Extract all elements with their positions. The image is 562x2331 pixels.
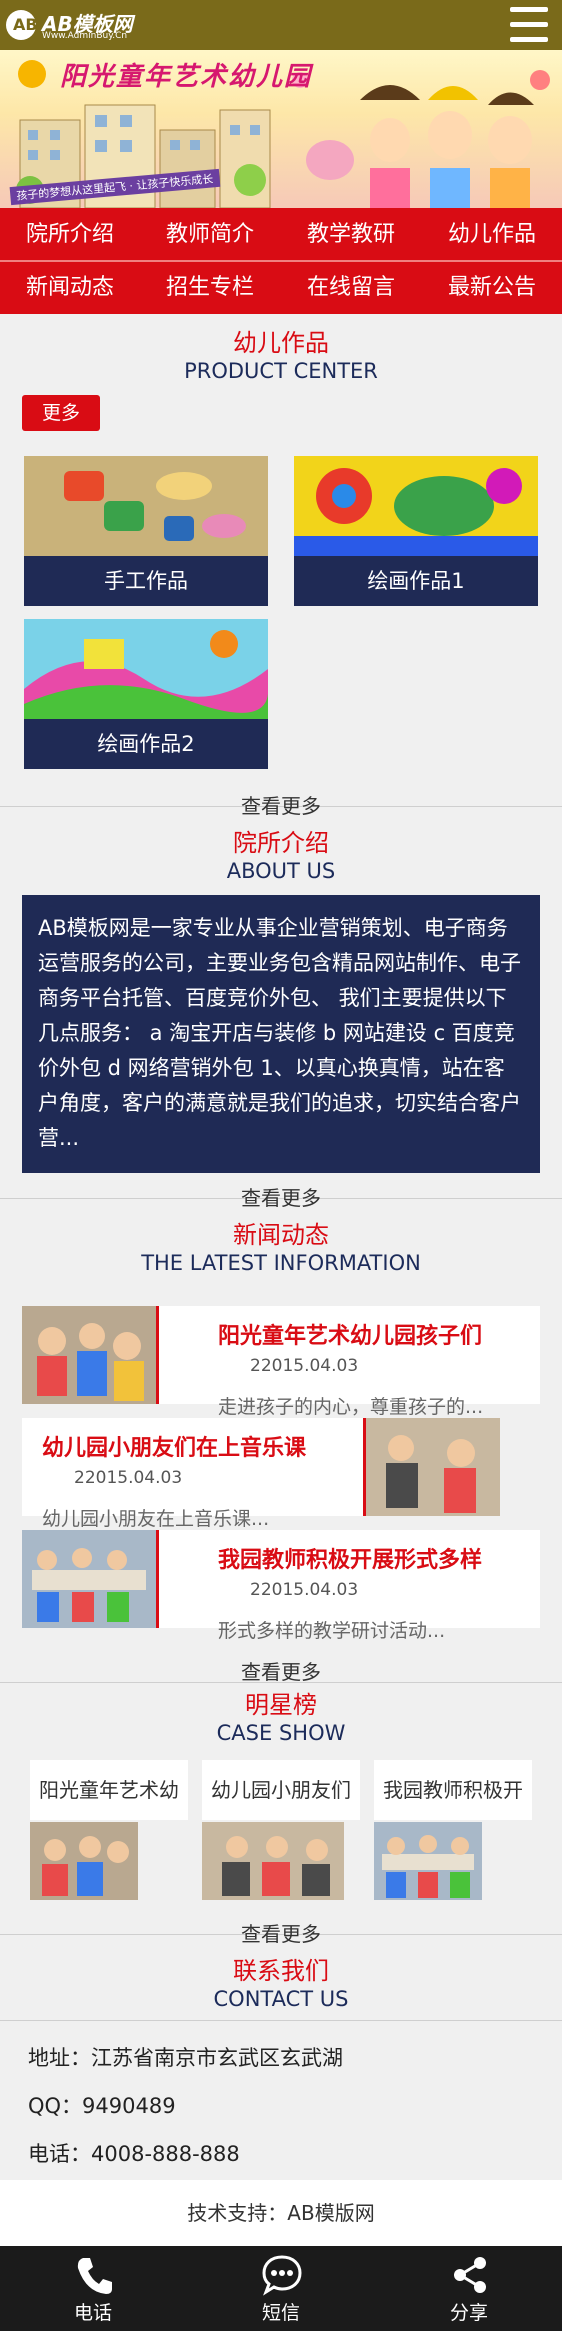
product-image-painting-1	[294, 456, 538, 556]
call-label: 电话	[73, 2302, 112, 2324]
bottom-action-bar: 电话 短信 分享	[0, 2246, 562, 2331]
share-icon	[454, 2257, 486, 2293]
news-item[interactable]: 阳光童年艺术幼儿园孩子们 22015.04.03 走进孩子的内心，尊重孩子的..…	[22, 1306, 540, 1418]
contact-phone[interactable]: 电话：4008-888-888	[28, 2138, 240, 2168]
products-more-button[interactable]: 更多	[22, 395, 100, 431]
contact-heading: 联系我们 CONTACT US	[0, 1956, 562, 2012]
product-image-handicraft	[24, 456, 268, 556]
product-card[interactable]: 绘画作品2	[24, 619, 268, 769]
news-date: 22015.04.03	[74, 1468, 183, 1488]
product-caption: 绘画作品2	[24, 719, 268, 769]
main-nav: 院所介绍 教师简介 教学教研 幼儿作品 新闻动态 招生专栏 在线留言 最新公告	[0, 208, 562, 314]
news-title[interactable]: 我园教师积极开展形式多样	[218, 1542, 482, 1574]
contact-address: 地址：江苏省南京市玄武区玄武湖	[28, 2046, 343, 2070]
news-item[interactable]: 我园教师积极开展形式多样 22015.04.03 形式多样的教学研讨活动...	[22, 1530, 540, 1642]
section-divider	[0, 2020, 562, 2021]
nav-item-works[interactable]: 幼儿作品	[422, 208, 562, 261]
news-date: 22015.04.03	[250, 1356, 359, 1376]
about-heading: 院所介绍 ABOUT US	[0, 828, 562, 884]
news-thumbnail	[22, 1306, 156, 1404]
case-image	[374, 1822, 482, 1900]
nav-item-teachers[interactable]: 教师简介	[140, 208, 280, 261]
top-header: AB AB模板网 Www.AdminBuy.Cn	[0, 0, 562, 50]
case-card[interactable]: 阳光童年艺术幼	[30, 1760, 188, 1910]
news-thumbnail	[366, 1418, 500, 1516]
phone-icon	[77, 2258, 112, 2294]
product-image-painting-2	[24, 619, 268, 719]
about-text: AB模板网是一家专业从事企业营销策划、电子商务运营服务的公司，主要业务包含精品网…	[22, 895, 540, 1173]
nav-item-enrollment[interactable]: 招生专栏	[140, 261, 280, 314]
news-title[interactable]: 阳光童年艺术幼儿园孩子们	[218, 1318, 482, 1350]
products-title-en: PRODUCT CENTER	[184, 359, 378, 383]
case-title: 阳光童年艺术幼	[30, 1760, 188, 1820]
about-see-more[interactable]: 查看更多	[0, 1182, 562, 1211]
hamburger-icon[interactable]	[510, 7, 548, 43]
case-image	[202, 1822, 344, 1900]
news-title[interactable]: 幼儿园小朋友们在上音乐课	[42, 1430, 306, 1462]
contact-qq[interactable]: QQ：9490489	[28, 2090, 176, 2120]
news-see-more[interactable]: 查看更多	[0, 1656, 562, 1685]
case-title: 我园教师积极开	[374, 1760, 532, 1820]
nav-item-about[interactable]: 院所介绍	[0, 208, 140, 261]
cases-see-more[interactable]: 查看更多	[0, 1918, 562, 1947]
sms-icon	[262, 2255, 302, 2296]
products-see-more[interactable]: 查看更多	[0, 790, 562, 819]
case-title: 幼儿园小朋友们	[202, 1760, 360, 1820]
nav-item-news[interactable]: 新闻动态	[0, 261, 140, 314]
nav-item-teaching[interactable]: 教学教研	[281, 208, 421, 261]
news-desc: 幼儿园小朋友在上音乐课...	[42, 1508, 270, 1530]
products-heading: 幼儿作品 PRODUCT CENTER	[0, 328, 562, 384]
cases-title-en: CASE SHOW	[216, 1721, 346, 1745]
contact-title-cn: 联系我们	[233, 1957, 329, 1985]
banner-title: 阳光童年艺术幼儿园	[60, 62, 313, 92]
about-title-en: ABOUT US	[226, 859, 336, 883]
hero-banner: 阳光童年艺术幼儿园 孩子的梦想从这里起飞 · 让孩子快乐成长	[0, 50, 562, 208]
news-desc: 形式多样的教学研讨活动...	[218, 1620, 446, 1642]
news-desc: 走进孩子的内心，尊重孩子的...	[218, 1396, 484, 1418]
news-title-cn: 新闻动态	[233, 1221, 329, 1249]
products-title-cn: 幼儿作品	[233, 329, 329, 357]
product-card[interactable]: 绘画作品1	[294, 456, 538, 606]
product-caption: 手工作品	[24, 556, 268, 606]
logo-subtext: Www.AdminBuy.Cn	[42, 31, 128, 41]
cases-heading: 明星榜 CASE SHOW	[0, 1690, 562, 1746]
case-card[interactable]: 幼儿园小朋友们	[202, 1760, 360, 1910]
product-card[interactable]: 手工作品	[24, 456, 268, 606]
news-title-en: THE LATEST INFORMATION	[141, 1251, 421, 1275]
news-thumbnail	[22, 1530, 156, 1628]
footer-support[interactable]: 技术支持：AB模版网	[0, 2180, 562, 2246]
contact-title-en: CONTACT US	[213, 1987, 349, 2011]
news-item[interactable]: 幼儿园小朋友们在上音乐课 22015.04.03 幼儿园小朋友在上音乐课...	[22, 1418, 540, 1530]
case-image	[30, 1822, 138, 1900]
share-button[interactable]: 分享	[376, 2246, 562, 2331]
news-heading: 新闻动态 THE LATEST INFORMATION	[0, 1220, 562, 1276]
sms-label: 短信	[261, 2302, 300, 2324]
cases-title-cn: 明星榜	[245, 1691, 317, 1719]
sms-button[interactable]: 短信	[188, 2246, 374, 2331]
logo-mark: AB	[6, 10, 38, 40]
site-logo[interactable]: AB AB模板网 Www.AdminBuy.Cn	[6, 6, 146, 44]
call-button[interactable]: 电话	[0, 2246, 186, 2331]
nav-item-notice[interactable]: 最新公告	[422, 261, 562, 314]
nav-item-message[interactable]: 在线留言	[281, 261, 421, 314]
about-title-cn: 院所介绍	[233, 829, 329, 857]
contact-info: 地址：江苏省南京市玄武区玄武湖 QQ：9490489 电话：4008-888-8…	[0, 2022, 562, 2180]
news-date: 22015.04.03	[250, 1580, 359, 1600]
case-card[interactable]: 我园教师积极开	[374, 1760, 532, 1910]
share-label: 分享	[449, 2302, 488, 2324]
product-caption: 绘画作品1	[294, 556, 538, 606]
